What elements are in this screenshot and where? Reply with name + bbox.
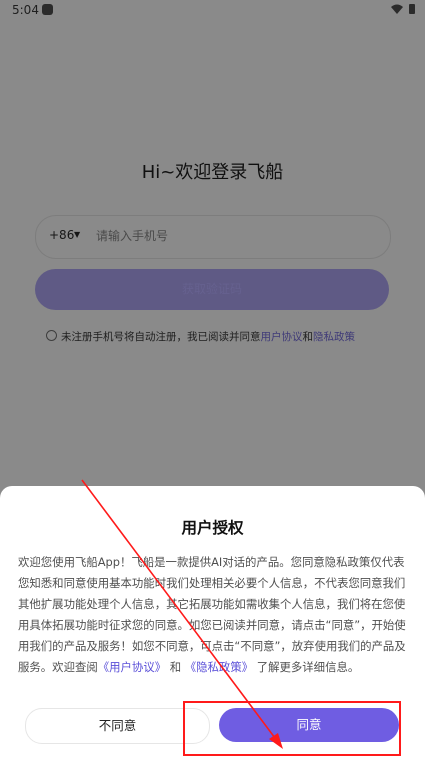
arrow-head-icon (269, 733, 283, 749)
annotation-arrow (81, 479, 283, 749)
